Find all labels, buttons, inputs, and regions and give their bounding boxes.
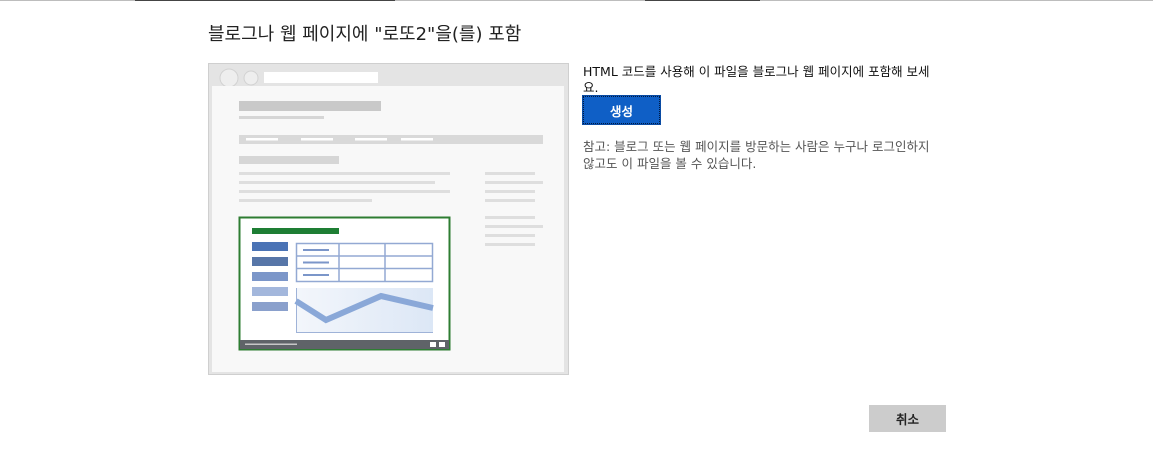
browser-control-icon [243, 70, 259, 86]
address-bar [264, 72, 378, 83]
embedded-spreadsheet-webpage-illustration [208, 63, 569, 375]
embed-note: 참고: 블로그 또는 웹 페이지를 방문하는 사람은 누구나 로그인하지 않고도… [583, 139, 930, 171]
embed-description: HTML 코드를 사용해 이 파일을 블로그나 웹 페이지에 포함해 보세요. [583, 64, 930, 95]
cancel-button[interactable]: 취소 [869, 405, 946, 432]
generate-button[interactable]: 생성 [582, 95, 661, 125]
top-border [0, 0, 1153, 2]
embed-dialog: 블로그나 웹 페이지에 "로또2"을(를) 포함 HTML 코드를 사용해 이 … [0, 0, 1153, 454]
embed-info-panel: HTML 코드를 사용해 이 파일을 블로그나 웹 페이지에 포함해 보세요. … [582, 64, 935, 172]
dialog-title: 블로그나 웹 페이지에 "로또2"을(를) 포함 [208, 24, 522, 45]
browser-control-icon [219, 68, 239, 88]
